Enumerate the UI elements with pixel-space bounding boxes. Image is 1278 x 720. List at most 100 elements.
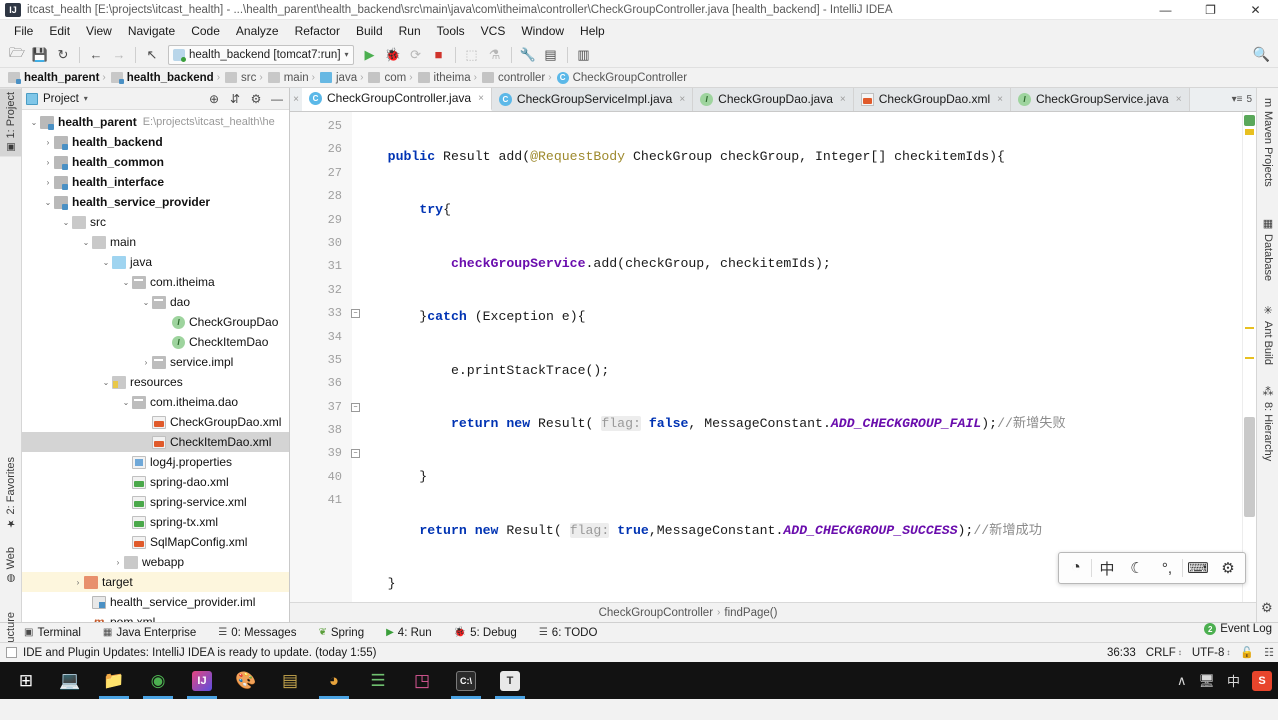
unlocked-icon[interactable]: 🔓	[1240, 646, 1254, 659]
editor-breadcrumb-class[interactable]: CheckGroupController	[599, 607, 713, 619]
tree-item-service-impl[interactable]: › service.impl	[22, 352, 289, 372]
chevron-right-icon[interactable]: ›	[42, 178, 54, 187]
keyboard-icon[interactable]: ⌨	[1183, 554, 1213, 582]
menu-navigate[interactable]: Navigate	[120, 22, 183, 40]
cmd-button[interactable]: C:\	[444, 662, 488, 699]
code-editor[interactable]: 25 26 27 28 29 30 31 32 33− 34 35 36 37−…	[290, 112, 1256, 602]
close-icon[interactable]: ×	[478, 93, 484, 104]
chevron-down-icon[interactable]: ⌄	[60, 218, 72, 227]
close-icon[interactable]: ×	[1176, 94, 1182, 105]
tree-item-com-itheima-dao[interactable]: ⌄ com.itheima.dao	[22, 392, 289, 412]
moon-icon[interactable]: ☾	[1122, 554, 1152, 582]
menu-build[interactable]: Build	[348, 22, 391, 40]
tree-item-target[interactable]: › target	[22, 572, 289, 592]
close-icon[interactable]: ×	[679, 94, 685, 105]
intellij-idea-button[interactable]: IJ	[180, 662, 224, 699]
tree-item-resources[interactable]: ⌄ resources	[22, 372, 289, 392]
menu-refactor[interactable]: Refactor	[287, 22, 348, 40]
breadcrumb-java[interactable]: java	[316, 72, 359, 84]
breadcrumb-health-backend[interactable]: health_backend	[107, 72, 216, 84]
run-configuration-selector[interactable]: health_backend [tomcat7:run] ▾	[168, 44, 354, 65]
breadcrumb-health-parent[interactable]: health_parent	[4, 72, 101, 84]
file-explorer-button[interactable]: 📁	[92, 662, 136, 699]
chevron-down-icon[interactable]: ⌄	[100, 258, 112, 267]
maximize-button[interactable]: ❐	[1188, 0, 1233, 20]
ime-floating-toolbar[interactable]: ◔ 中 ☾ °, ⌨ ⚙	[1058, 552, 1246, 584]
bottom-item-java-enterprise[interactable]: ▦ Java Enterprise	[99, 626, 200, 640]
chevron-right-icon[interactable]: ›	[112, 558, 124, 567]
editor-marker-bar[interactable]	[1242, 112, 1256, 602]
menu-help[interactable]: Help	[572, 22, 613, 40]
hide-panel-icon[interactable]: —	[269, 91, 285, 107]
stop-icon[interactable]: ■	[428, 44, 450, 66]
sdk-manager-icon[interactable]: ▥	[573, 44, 595, 66]
tree-item-src[interactable]: ⌄ src	[22, 212, 289, 232]
status-message[interactable]: IDE and Plugin Updates: IntelliJ IDEA is…	[23, 647, 377, 659]
chevron-right-icon[interactable]: ›	[140, 358, 152, 367]
tab-list-button[interactable]: ▾≡ 5	[1228, 88, 1256, 111]
project-tree[interactable]: ⌄ health_parent E:\projects\itcast_healt…	[22, 110, 289, 622]
notepad-app-button[interactable]: ▤	[268, 662, 312, 699]
chevron-down-icon[interactable]: ▾	[84, 94, 88, 103]
line-separator-selector[interactable]: CRLF ↕	[1146, 647, 1182, 659]
chevron-down-icon[interactable]: ⌄	[80, 238, 92, 247]
breadcrumb-main[interactable]: main	[264, 72, 311, 84]
tab-checkgroupdao-java[interactable]: I CheckGroupDao.java ×	[693, 88, 854, 111]
profile-icon[interactable]: ⚗	[484, 44, 506, 66]
code-text-area[interactable]: public Result add(@RequestBody CheckGrou…	[352, 112, 1242, 602]
menu-view[interactable]: View	[78, 22, 120, 40]
menu-vcs[interactable]: VCS	[473, 22, 514, 40]
tree-item-log4j-properties[interactable]: log4j.properties	[22, 452, 289, 472]
sidebar-item-favorites[interactable]: ★ 2: Favorites	[0, 453, 22, 532]
tree-item-main[interactable]: ⌄ main	[22, 232, 289, 252]
gear-icon[interactable]: ⚙	[1213, 554, 1243, 582]
tree-item-checkitemdao-xml[interactable]: CheckItemDao.xml	[22, 432, 289, 452]
sidebar-item-maven-projects[interactable]: m Maven Projects	[1257, 94, 1278, 191]
marker-change[interactable]	[1245, 357, 1254, 359]
tree-item-java[interactable]: ⌄ java	[22, 252, 289, 272]
inspection-status-icon[interactable]	[1244, 115, 1255, 126]
xmind-button[interactable]: ◳	[400, 662, 444, 699]
tree-item-dao[interactable]: ⌄ dao	[22, 292, 289, 312]
menu-analyze[interactable]: Analyze	[228, 22, 287, 40]
menu-run[interactable]: Run	[391, 22, 429, 40]
project-structure-icon[interactable]: ▤	[540, 44, 562, 66]
breadcrumb-itheima[interactable]: itheima	[414, 72, 473, 84]
bottom-item-run[interactable]: ▶ 4: Run	[382, 626, 436, 640]
network-icon[interactable]: 🖥	[1198, 673, 1215, 689]
open-project-icon[interactable]: 🗁	[6, 44, 28, 66]
marker-change[interactable]	[1245, 327, 1254, 329]
tree-item-checkitemdao[interactable]: I CheckItemDao	[22, 332, 289, 352]
editor-scrollbar-thumb[interactable]	[1244, 417, 1255, 517]
chevron-right-icon[interactable]: ›	[42, 138, 54, 147]
typora-button[interactable]: T	[488, 662, 532, 699]
punctuation-icon[interactable]: °,	[1152, 554, 1182, 582]
encoding-selector[interactable]: UTF-8 ↕	[1192, 647, 1231, 659]
tree-item-health-interface[interactable]: › health_interface	[22, 172, 289, 192]
snagit-icon[interactable]: S	[1252, 670, 1272, 691]
event-log-indicator[interactable]: 2 Event Log	[1204, 623, 1272, 635]
sidebar-item-hierarchy[interactable]: ⁂ 8: Hierarchy	[1257, 381, 1278, 465]
last-edit-location-icon[interactable]: ↖	[141, 44, 163, 66]
chinese-mode-icon[interactable]: 中	[1092, 554, 1122, 582]
gear-icon[interactable]: ⚙	[1261, 600, 1273, 616]
menu-code[interactable]: Code	[183, 22, 228, 40]
close-icon[interactable]: ×	[997, 94, 1003, 105]
search-everywhere-icon[interactable]: 🔍	[1253, 46, 1270, 63]
chevron-down-icon[interactable]: ⌄	[140, 298, 152, 307]
sidebar-item-database[interactable]: ▦ Database	[1257, 213, 1278, 285]
bottom-item-terminal[interactable]: ▣ Terminal	[20, 626, 85, 640]
start-button[interactable]: ⊞	[4, 662, 48, 699]
chevron-down-icon[interactable]: ⌄	[120, 398, 132, 407]
tab-checkgroupcontroller-java[interactable]: C CheckGroupController.java ×	[302, 88, 492, 111]
tab-scroll-left-icon[interactable]: ×	[290, 88, 302, 111]
bottom-item-debug[interactable]: 🐞 5: Debug	[450, 626, 521, 640]
tree-item-sqlmapconfig-xml[interactable]: SqlMapConfig.xml	[22, 532, 289, 552]
inspection-icon[interactable]: ☷	[1264, 646, 1274, 659]
save-all-icon[interactable]: 💾	[29, 44, 51, 66]
tree-item-checkgroupdao[interactable]: I CheckGroupDao	[22, 312, 289, 332]
tree-item-health-common[interactable]: › health_common	[22, 152, 289, 172]
chevron-right-icon[interactable]: ›	[72, 578, 84, 587]
editplus-button[interactable]: ☰	[356, 662, 400, 699]
breadcrumb-src[interactable]: src	[221, 72, 258, 84]
